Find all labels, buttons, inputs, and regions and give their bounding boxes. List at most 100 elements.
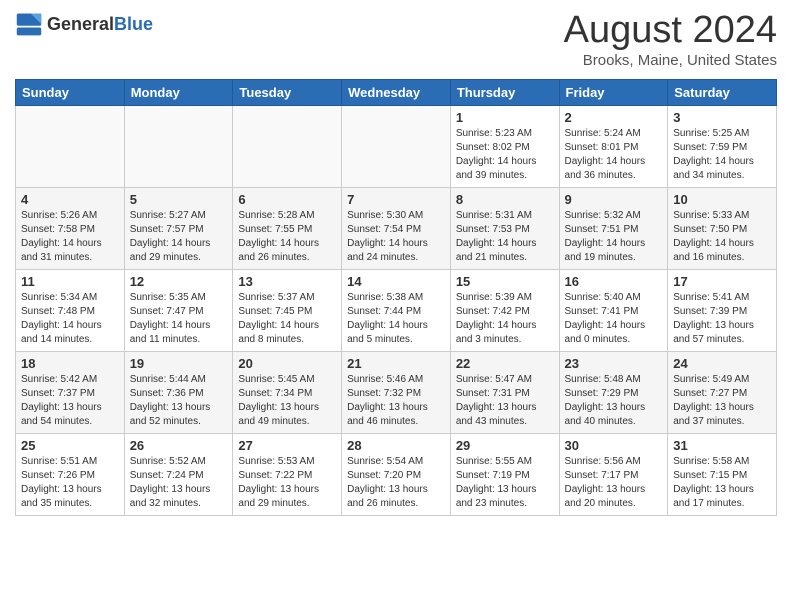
day-number: 14 xyxy=(347,274,445,289)
day-info: Sunrise: 5:31 AM Sunset: 7:53 PM Dayligh… xyxy=(456,209,554,265)
calendar-day-cell: 27Sunrise: 5:53 AM Sunset: 7:22 PM Dayli… xyxy=(233,433,342,515)
day-info: Sunrise: 5:40 AM Sunset: 7:41 PM Dayligh… xyxy=(565,291,663,347)
day-number: 13 xyxy=(238,274,336,289)
calendar-day-cell: 20Sunrise: 5:45 AM Sunset: 7:34 PM Dayli… xyxy=(233,351,342,433)
calendar-day-cell: 21 Sunrise: 5:46 AM Sunset: 7:32 PM Dayli… xyxy=(342,351,451,433)
calendar-day-cell: 29 Sunrise: 5:55 AM Sunset: 7:19 PM Dayli… xyxy=(450,433,559,515)
day-info: Sunrise: 5:26 AM Sunset: 7:58 PM Dayligh… xyxy=(21,209,119,265)
day-number: 31 xyxy=(673,438,771,453)
weekday-header-saturday: Saturday xyxy=(668,79,777,105)
calendar-week-row: 25 Sunrise: 5:51 AM Sunset: 7:26 PM Dayli… xyxy=(16,433,777,515)
day-info: Sunrise: 5:48 AM Sunset: 7:29 PM Dayligh… xyxy=(565,373,663,429)
day-info: Sunrise: 5:47 AM Sunset: 7:31 PM Dayligh… xyxy=(456,373,554,429)
month-year-title: August 2024 xyxy=(564,10,777,52)
day-info: Sunrise: 5:23 AM Sunset: 8:02 PM Dayligh… xyxy=(456,127,554,183)
day-number: 3 xyxy=(673,110,771,125)
day-info: Sunrise: 5:28 AM Sunset: 7:55 PM Dayligh… xyxy=(238,209,336,265)
calendar-day-cell: 7Sunrise: 5:30 AM Sunset: 7:54 PM Daylig… xyxy=(342,187,451,269)
weekday-header-friday: Friday xyxy=(559,79,668,105)
calendar-day-cell: 4Sunrise: 5:26 AM Sunset: 7:58 PM Daylig… xyxy=(16,187,125,269)
day-number: 16 xyxy=(565,274,663,289)
day-info: Sunrise: 5:51 AM Sunset: 7:26 PM Dayligh… xyxy=(21,455,119,511)
weekday-header-sunday: Sunday xyxy=(16,79,125,105)
day-info: Sunrise: 5:42 AM Sunset: 7:37 PM Dayligh… xyxy=(21,373,119,429)
calendar-day-cell: 30Sunrise: 5:56 AM Sunset: 7:17 PM Dayli… xyxy=(559,433,668,515)
day-number: 10 xyxy=(673,192,771,207)
calendar-day-cell xyxy=(124,105,233,187)
day-number: 5 xyxy=(130,192,228,207)
day-info: Sunrise: 5:35 AM Sunset: 7:47 PM Dayligh… xyxy=(130,291,228,347)
day-info: Sunrise: 5:53 AM Sunset: 7:22 PM Dayligh… xyxy=(238,455,336,511)
calendar-day-cell: 8 Sunrise: 5:31 AM Sunset: 7:53 PM Daylig… xyxy=(450,187,559,269)
day-number: 19 xyxy=(130,356,228,371)
calendar-day-cell: 2 Sunrise: 5:24 AM Sunset: 8:01 PM Daylig… xyxy=(559,105,668,187)
day-number: 15 xyxy=(456,274,554,289)
day-info: Sunrise: 5:27 AM Sunset: 7:57 PM Dayligh… xyxy=(130,209,228,265)
page-header: GeneralBlue August 2024 Brooks, Maine, U… xyxy=(15,10,777,69)
day-number: 29 xyxy=(456,438,554,453)
calendar-day-cell xyxy=(233,105,342,187)
logo-icon xyxy=(15,10,43,38)
location-subtitle: Brooks, Maine, United States xyxy=(564,52,777,69)
calendar-day-cell: 6Sunrise: 5:28 AM Sunset: 7:55 PM Daylig… xyxy=(233,187,342,269)
day-number: 12 xyxy=(130,274,228,289)
calendar-day-cell: 12 Sunrise: 5:35 AM Sunset: 7:47 PM Dayli… xyxy=(124,269,233,351)
day-number: 24 xyxy=(673,356,771,371)
calendar-week-row: 11Sunrise: 5:34 AM Sunset: 7:48 PM Dayli… xyxy=(16,269,777,351)
logo-blue: Blue xyxy=(114,14,153,34)
day-info: Sunrise: 5:38 AM Sunset: 7:44 PM Dayligh… xyxy=(347,291,445,347)
day-number: 18 xyxy=(21,356,119,371)
day-number: 1 xyxy=(456,110,554,125)
day-info: Sunrise: 5:25 AM Sunset: 7:59 PM Dayligh… xyxy=(673,127,771,183)
day-number: 8 xyxy=(456,192,554,207)
day-info: Sunrise: 5:32 AM Sunset: 7:51 PM Dayligh… xyxy=(565,209,663,265)
day-info: Sunrise: 5:49 AM Sunset: 7:27 PM Dayligh… xyxy=(673,373,771,429)
day-number: 9 xyxy=(565,192,663,207)
day-number: 23 xyxy=(565,356,663,371)
day-info: Sunrise: 5:41 AM Sunset: 7:39 PM Dayligh… xyxy=(673,291,771,347)
logo-general: General xyxy=(47,14,114,34)
calendar-day-cell: 25 Sunrise: 5:51 AM Sunset: 7:26 PM Dayli… xyxy=(16,433,125,515)
calendar-day-cell: 14 Sunrise: 5:38 AM Sunset: 7:44 PM Dayli… xyxy=(342,269,451,351)
weekday-header-row: SundayMondayTuesdayWednesdayThursdayFrid… xyxy=(16,79,777,105)
calendar-table: SundayMondayTuesdayWednesdayThursdayFrid… xyxy=(15,79,777,516)
day-info: Sunrise: 5:56 AM Sunset: 7:17 PM Dayligh… xyxy=(565,455,663,511)
day-info: Sunrise: 5:58 AM Sunset: 7:15 PM Dayligh… xyxy=(673,455,771,511)
calendar-day-cell: 1 Sunrise: 5:23 AM Sunset: 8:02 PM Daylig… xyxy=(450,105,559,187)
calendar-week-row: 4Sunrise: 5:26 AM Sunset: 7:58 PM Daylig… xyxy=(16,187,777,269)
day-info: Sunrise: 5:46 AM Sunset: 7:32 PM Dayligh… xyxy=(347,373,445,429)
calendar-day-cell: 9 Sunrise: 5:32 AM Sunset: 7:51 PM Daylig… xyxy=(559,187,668,269)
day-number: 21 xyxy=(347,356,445,371)
day-number: 22 xyxy=(456,356,554,371)
calendar-week-row: 18 Sunrise: 5:42 AM Sunset: 7:37 PM Dayli… xyxy=(16,351,777,433)
day-number: 26 xyxy=(130,438,228,453)
day-info: Sunrise: 5:37 AM Sunset: 7:45 PM Dayligh… xyxy=(238,291,336,347)
calendar-week-row: 1 Sunrise: 5:23 AM Sunset: 8:02 PM Daylig… xyxy=(16,105,777,187)
calendar-day-cell: 16 Sunrise: 5:40 AM Sunset: 7:41 PM Dayli… xyxy=(559,269,668,351)
calendar-day-cell: 24 Sunrise: 5:49 AM Sunset: 7:27 PM Dayli… xyxy=(668,351,777,433)
day-number: 11 xyxy=(21,274,119,289)
day-info: Sunrise: 5:52 AM Sunset: 7:24 PM Dayligh… xyxy=(130,455,228,511)
day-info: Sunrise: 5:39 AM Sunset: 7:42 PM Dayligh… xyxy=(456,291,554,347)
day-number: 28 xyxy=(347,438,445,453)
calendar-day-cell: 19 Sunrise: 5:44 AM Sunset: 7:36 PM Dayli… xyxy=(124,351,233,433)
day-info: Sunrise: 5:33 AM Sunset: 7:50 PM Dayligh… xyxy=(673,209,771,265)
calendar-day-cell: 11Sunrise: 5:34 AM Sunset: 7:48 PM Dayli… xyxy=(16,269,125,351)
calendar-day-cell: 26 Sunrise: 5:52 AM Sunset: 7:24 PM Dayli… xyxy=(124,433,233,515)
day-number: 20 xyxy=(238,356,336,371)
day-number: 17 xyxy=(673,274,771,289)
weekday-header-wednesday: Wednesday xyxy=(342,79,451,105)
day-info: Sunrise: 5:24 AM Sunset: 8:01 PM Dayligh… xyxy=(565,127,663,183)
calendar-day-cell: 28Sunrise: 5:54 AM Sunset: 7:20 PM Dayli… xyxy=(342,433,451,515)
calendar-day-cell: 23 Sunrise: 5:48 AM Sunset: 7:29 PM Dayli… xyxy=(559,351,668,433)
title-block: August 2024 Brooks, Maine, United States xyxy=(564,10,777,69)
calendar-day-cell: 15 Sunrise: 5:39 AM Sunset: 7:42 PM Dayli… xyxy=(450,269,559,351)
day-info: Sunrise: 5:44 AM Sunset: 7:36 PM Dayligh… xyxy=(130,373,228,429)
calendar-day-cell: 31 Sunrise: 5:58 AM Sunset: 7:15 PM Dayli… xyxy=(668,433,777,515)
weekday-header-tuesday: Tuesday xyxy=(233,79,342,105)
day-number: 2 xyxy=(565,110,663,125)
day-info: Sunrise: 5:55 AM Sunset: 7:19 PM Dayligh… xyxy=(456,455,554,511)
day-number: 25 xyxy=(21,438,119,453)
calendar-day-cell xyxy=(342,105,451,187)
calendar-day-cell: 3 Sunrise: 5:25 AM Sunset: 7:59 PM Daylig… xyxy=(668,105,777,187)
